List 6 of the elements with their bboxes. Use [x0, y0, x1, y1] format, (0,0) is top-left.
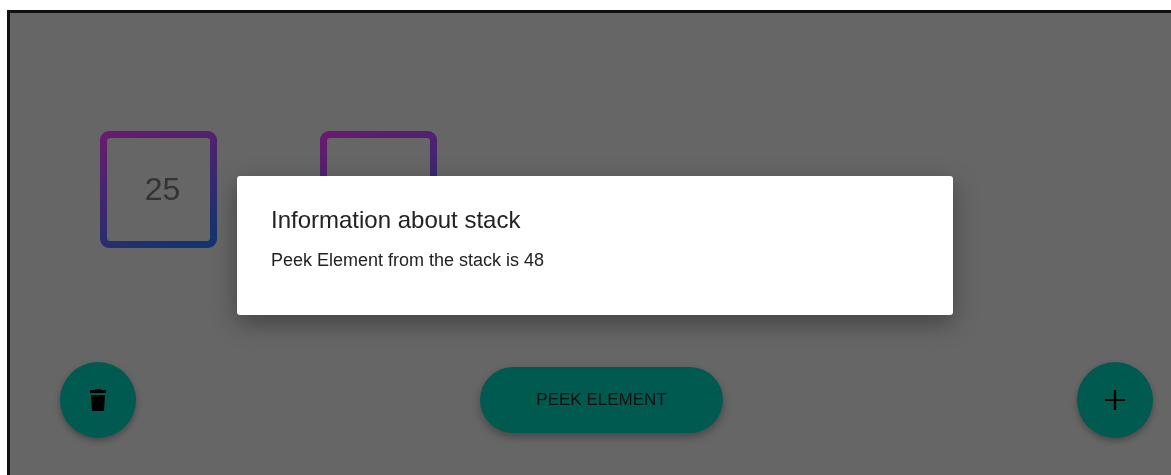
trash-icon [90, 389, 106, 411]
plus-icon [1105, 390, 1125, 410]
peek-button[interactable]: PEEK ELEMENT [480, 367, 723, 433]
delete-button[interactable] [60, 362, 136, 438]
dialog-message: Peek Element from the stack is 48 [271, 250, 546, 271]
dialog-title: Information about stack [271, 206, 522, 234]
